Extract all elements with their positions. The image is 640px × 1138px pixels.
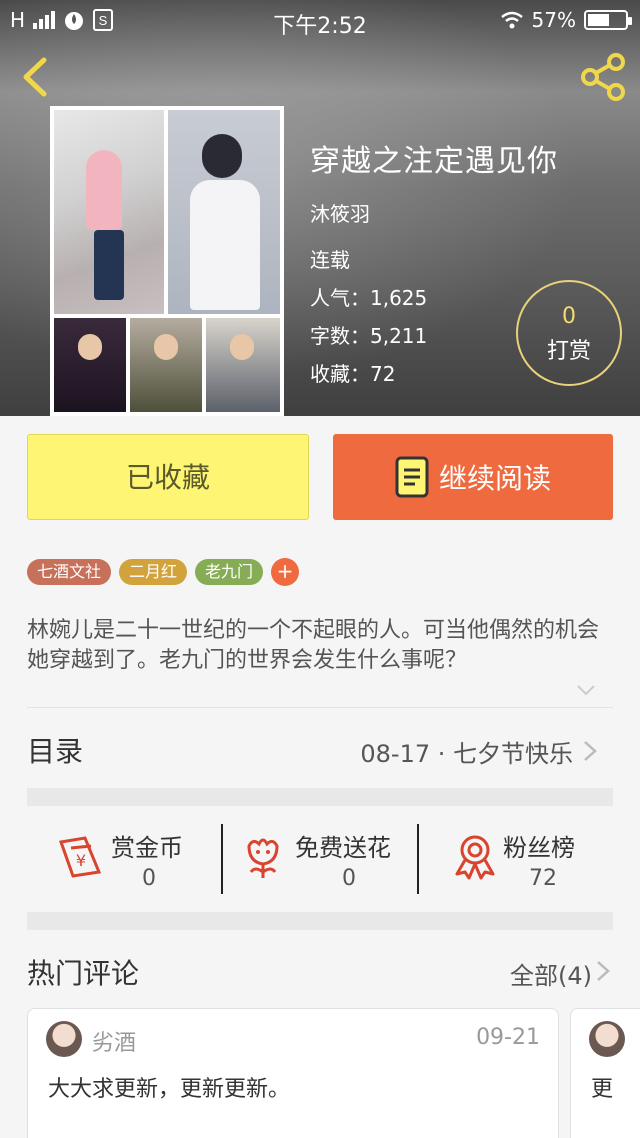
tag-list: 七酒文社 二月红 老九门 + — [27, 558, 300, 586]
tag-item[interactable]: 七酒文社 — [27, 559, 112, 585]
tip-label: 打赏 — [546, 339, 591, 364]
stat-label: 赏金币 — [111, 834, 183, 862]
stat-label: 免费送花 — [295, 834, 391, 862]
back-arrow-icon[interactable] — [14, 54, 54, 100]
continue-reading-button[interactable]: 继续阅读 — [333, 434, 613, 520]
cover-photo-man-3 — [206, 318, 280, 412]
status-bar: H S 下午2:52 57% — [0, 0, 640, 42]
battery-icon — [584, 10, 632, 30]
comment-card[interactable]: 更 — [570, 1008, 640, 1138]
stat-value: 0 — [342, 866, 356, 891]
flower-icon — [247, 838, 279, 878]
chevron-right-icon — [584, 741, 597, 761]
comment-card[interactable]: 劣酒 09-21 大大求更新，更新更新。 — [27, 1008, 559, 1138]
cover-photo-girl — [54, 110, 164, 314]
ribbon-icon — [455, 835, 495, 880]
toc-title: 目录 — [27, 735, 84, 768]
divider — [27, 707, 613, 708]
chevron-right-icon[interactable] — [596, 960, 610, 982]
add-tag-button[interactable]: + — [271, 558, 300, 586]
collected-button[interactable]: 已收藏 — [27, 434, 309, 520]
battery-fill — [588, 14, 609, 26]
book-favorites: 收藏：72 — [310, 362, 396, 386]
book-title: 穿越之注定遇见你 — [310, 144, 558, 179]
comment-text: 更 — [591, 1077, 614, 1102]
section-separator — [27, 788, 613, 806]
share-icon[interactable] — [578, 52, 628, 102]
wifi-icon — [500, 11, 523, 29]
latest-chapter: 08-17 · 七夕节快乐 — [360, 740, 573, 768]
reward-coins-stat[interactable]: ¥ 赏金币 0 — [27, 820, 221, 910]
stat-label: 粉丝榜 — [503, 834, 575, 862]
hot-comments-title: 热门评论 — [27, 957, 140, 990]
cover-photo-man-1 — [54, 318, 126, 412]
expand-chevron-icon[interactable] — [576, 684, 596, 696]
tag-item[interactable]: 二月红 — [119, 559, 188, 585]
book-author[interactable]: 沐筱羽 — [310, 198, 370, 227]
battery-percent: 57% — [531, 8, 576, 32]
section-separator — [27, 912, 613, 930]
stat-value: 72 — [529, 866, 557, 891]
stats-bar: ¥ 赏金币 0 免费送花 0 粉丝榜 72 — [27, 820, 613, 910]
comment-username: 劣酒 — [92, 1031, 137, 1056]
book-status: 连载 — [310, 248, 350, 272]
book-icon — [395, 456, 429, 498]
tip-button[interactable]: 0 打赏 — [516, 280, 622, 386]
tag-item[interactable]: 老九门 — [195, 559, 264, 585]
table-of-contents-row[interactable]: 目录 08-17 · 七夕节快乐 — [27, 710, 613, 790]
cover-photo-man-2 — [130, 318, 202, 412]
book-cover — [50, 106, 284, 416]
book-word-count: 字数：5,211 — [310, 324, 428, 348]
all-comments-link[interactable]: 全部(4) — [510, 956, 592, 991]
stat-value: 0 — [142, 866, 156, 891]
book-header: H S 下午2:52 57% 穿越之注定遇见你 沐筱羽 连载 人气：1,625 … — [0, 0, 640, 416]
gold-coin-icon: ¥ — [58, 836, 102, 878]
book-description: 林婉儿是二十一世纪的一个不起眼的人。可当他偶然的机会她穿越到了。老九门的世界会发… — [27, 618, 600, 673]
comment-date: 09-21 — [476, 1025, 540, 1050]
svg-text:¥: ¥ — [76, 851, 86, 870]
avatar[interactable] — [46, 1021, 82, 1057]
free-flower-stat[interactable]: 免费送花 0 — [223, 820, 417, 910]
cover-photo-boy — [168, 110, 280, 314]
book-popularity: 人气：1,625 — [310, 286, 428, 310]
tip-count: 0 — [562, 304, 576, 329]
continue-reading-label: 继续阅读 — [438, 462, 551, 495]
fan-ranking-stat[interactable]: 粉丝榜 72 — [419, 820, 613, 910]
avatar[interactable] — [589, 1021, 625, 1057]
comment-text: 大大求更新，更新更新。 — [48, 1077, 291, 1102]
